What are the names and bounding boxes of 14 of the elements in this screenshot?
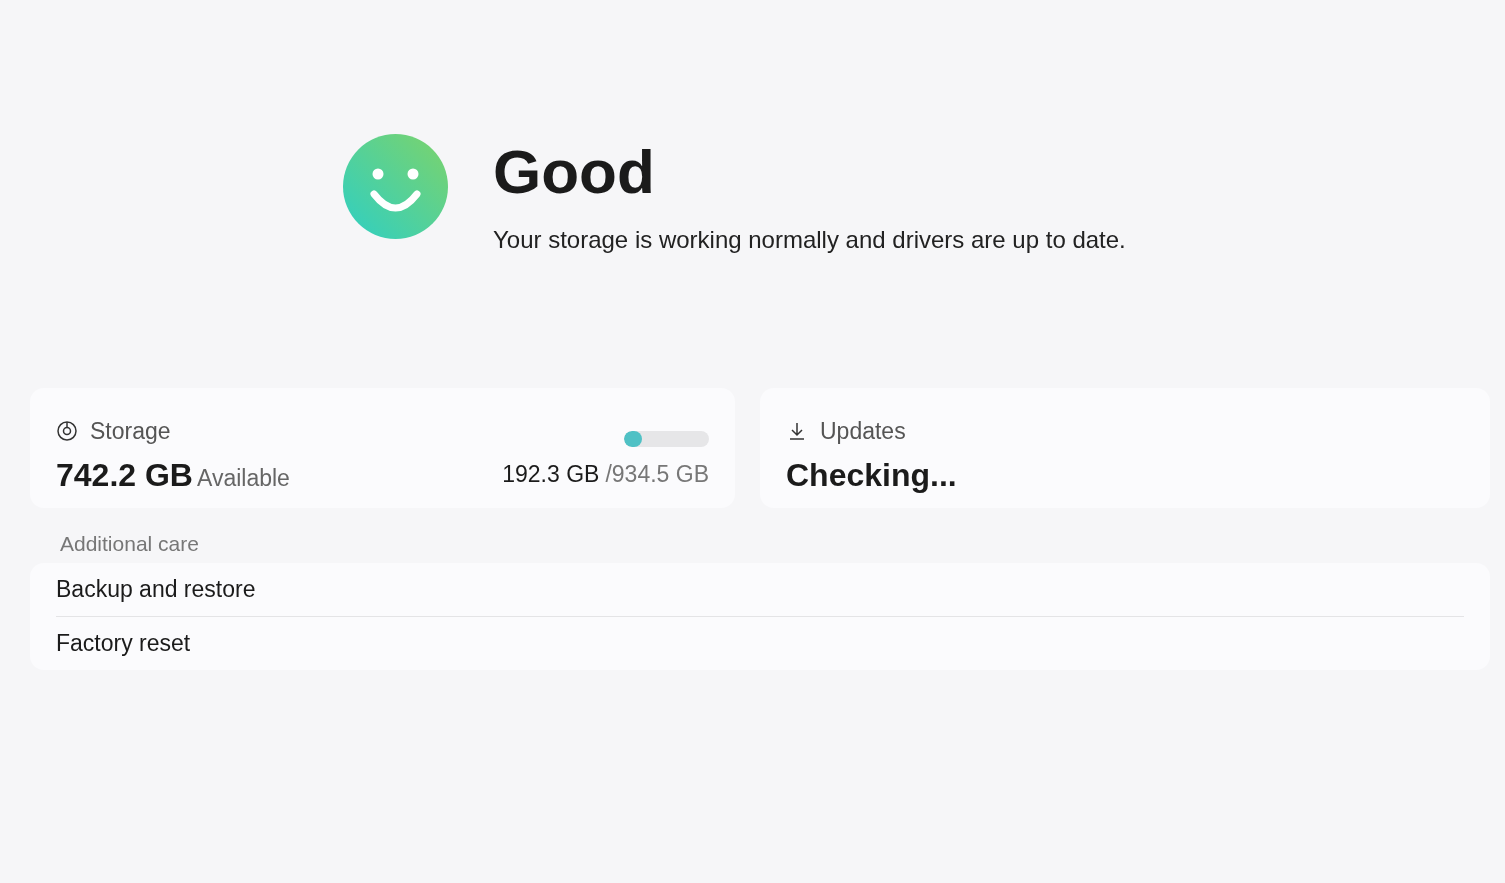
status-title: Good (493, 136, 656, 208)
section-heading: Additional care (60, 532, 199, 555)
available-value: 742.2 GB (56, 455, 193, 495)
updates-label: Updates (820, 417, 906, 446)
total-value: /934.5 GB (605, 460, 709, 489)
status-message: Your storage is working normally and drivers are up to date. (493, 225, 1126, 255)
smiley-face-icon (343, 134, 448, 239)
disk-icon (56, 420, 78, 443)
available-label: Available (196, 463, 290, 493)
storage-label: Storage (90, 417, 171, 446)
used-value: 192.3 GB (502, 460, 600, 489)
updates-status: Checking... (786, 455, 958, 495)
list-item[interactable]: Backup and restore (56, 563, 1464, 617)
list-item[interactable]: Factory reset (56, 616, 1464, 670)
